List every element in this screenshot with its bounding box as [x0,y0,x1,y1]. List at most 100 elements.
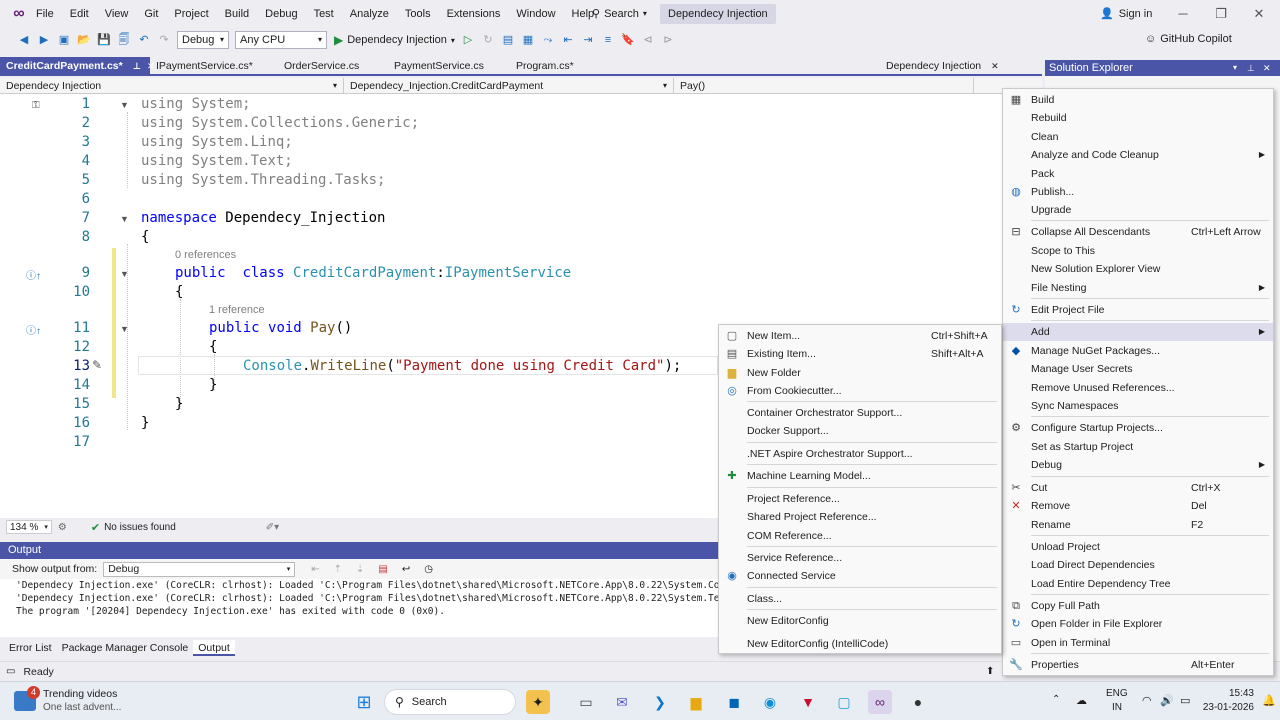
taskbar-search[interactable]: ⚲ Search [384,689,516,715]
indent-icon[interactable]: ≡ [599,31,617,49]
store-icon[interactable]: ◼ [722,690,746,714]
tab-paymentservice[interactable]: PaymentService.cs [388,57,510,75]
add-item-class[interactable]: Class... [719,590,1001,608]
chevron-up-icon[interactable]: ⌃ [1052,694,1060,705]
ctx-item-copy-full-path[interactable]: ⧉ Copy Full Path [1003,597,1273,615]
fold-toggle-icon[interactable]: ▼ [120,214,129,224]
member-dropdown[interactable]: Pay() [674,77,974,94]
ctx-item-rename[interactable]: Rename F2 [1003,516,1273,534]
next-message-icon[interactable]: ⇣ [356,564,364,575]
ctx-item-rebuild[interactable]: Rebuild [1003,109,1273,127]
tab-output[interactable]: Output [193,640,235,656]
zoom-select[interactable]: 134 % ▾ [6,520,52,534]
ctx-item-remove[interactable]: ✕ Remove Del [1003,497,1273,515]
project-dropdown[interactable]: Dependecy Injection ▾ [0,77,344,94]
ctx-item-remove-unused-references[interactable]: Remove Unused References... [1003,379,1273,397]
open-file-icon[interactable]: 📂 [75,31,93,49]
ctx-item-unload-project[interactable]: Unload Project [1003,538,1273,556]
ctx-item-pack[interactable]: Pack [1003,165,1273,183]
menu-tools[interactable]: Tools [397,0,439,28]
ctx-item-load-entire-dependency-tree[interactable]: Load Entire Dependency Tree [1003,575,1273,593]
app-icon[interactable]: ▢ [832,690,856,714]
github-desktop-icon[interactable]: ● [906,690,930,714]
tab-package-manager-console[interactable]: Package Manager Console [57,640,194,656]
ctx-item-add[interactable]: Add ▶ [1003,323,1273,341]
add-item-new-folder[interactable]: ▆ New Folder [719,364,1001,382]
ctx-item-publish[interactable]: ◍ Publish... [1003,183,1273,201]
brush-icon[interactable]: ✐▾ [266,522,279,533]
close-window-button[interactable]: ✕ [1242,4,1276,24]
notification-up-icon[interactable]: ⬆ [986,666,994,677]
task-view-icon[interactable]: ▭ [574,690,598,714]
language-indicator[interactable]: ENG [1106,688,1128,699]
add-item-net-aspire-orchestrator-support[interactable]: .NET Aspire Orchestrator Support... [719,445,1001,463]
tab-error-list[interactable]: Error List [4,640,57,656]
clear-all-icon[interactable]: ▤ [378,564,387,575]
menu-window[interactable]: Window [508,0,563,28]
ctx-item-new-solution-explorer-view[interactable]: New Solution Explorer View [1003,260,1273,278]
menu-extensions[interactable]: Extensions [439,0,509,28]
back-icon[interactable]: ◀ [15,31,33,49]
copilot-sticker-icon[interactable]: ✦ [526,690,550,714]
ctx-item-open-folder-in-file-explorer[interactable]: ↻ Open Folder in File Explorer [1003,615,1273,633]
tab-ipaymentservice[interactable]: IPaymentService.cs* [150,57,278,75]
clock-icon[interactable]: ◷ [424,564,433,575]
restore-button[interactable]: ❐ [1204,4,1238,24]
ctx-item-file-nesting[interactable]: File Nesting ▶ [1003,279,1273,297]
clock-date[interactable]: 23-01-2026 [1202,702,1254,713]
visual-studio-taskbar-icon[interactable]: ∞ [868,690,892,714]
tab-program[interactable]: Program.cs* [510,57,610,75]
start-without-debugging-icon[interactable]: ▷ [459,31,477,49]
global-search-button[interactable]: ⚲ Search ▾ [586,4,653,24]
close-icon[interactable]: ✕ [991,61,999,72]
chevron-down-icon[interactable]: ▾ [1233,60,1237,76]
screwdriver-icon[interactable]: ✎ [92,358,102,372]
tab-creditcardpayment[interactable]: CreditCardPayment.cs* ⊥ ✕ [0,57,155,75]
ctx-item-upgrade[interactable]: Upgrade [1003,201,1273,219]
wifi-icon[interactable]: ◠ [1142,694,1152,707]
add-item-new-item[interactable]: ▢ New Item... Ctrl+Shift+A [719,327,1001,345]
ctx-item-sync-namespaces[interactable]: Sync Namespaces [1003,397,1273,415]
menu-file[interactable]: File [28,0,62,28]
sign-in-button[interactable]: 👤 Sign in [1100,4,1152,24]
bookmark-next-icon[interactable]: ⊳ [659,31,677,49]
menu-build[interactable]: Build [217,0,257,28]
vscode-icon[interactable]: ❯ [648,690,672,714]
add-item-new-editorconfig[interactable]: New EditorConfig [719,612,1001,630]
ctx-item-debug[interactable]: Debug ▶ [1003,456,1273,474]
redo-icon[interactable]: ↷ [155,31,173,49]
step-icon[interactable]: ⤳ [539,31,557,49]
add-item-com-reference[interactable]: COM Reference... [719,527,1001,545]
battery-icon[interactable]: ▭ [1180,694,1190,707]
add-item-machine-learning-model[interactable]: ✚ Machine Learning Model... [719,467,1001,485]
minimize-button[interactable]: ─ [1166,4,1200,24]
add-item-connected-service[interactable]: ◉ Connected Service [719,567,1001,585]
news-title[interactable]: Trending videos [43,688,117,700]
quick-action-icon[interactable]: ⚿ [32,100,40,111]
save-icon[interactable]: 💾 [95,31,113,49]
prev-message-icon[interactable]: ⇡ [334,564,342,575]
ctx-item-cut[interactable]: ✂ Cut Ctrl+X [1003,479,1273,497]
ctx-item-properties[interactable]: 🔧 Properties Alt+Enter [1003,656,1273,674]
ctx-item-manage-user-secrets[interactable]: Manage User Secrets [1003,360,1273,378]
ctx-item-open-in-terminal[interactable]: ▭ Open in Terminal [1003,634,1273,652]
add-item-new-editorconfig-intellicode[interactable]: New EditorConfig (IntelliCode) [719,635,1001,653]
pin-icon[interactable]: ⊥ [133,57,141,75]
forward-icon[interactable]: ▶ [35,31,53,49]
word-wrap-icon[interactable]: ↩ [402,564,410,575]
implements-icon[interactable]: ⓘ↑ [26,322,41,337]
ctx-item-collapse-all-descendants[interactable]: ⊟ Collapse All Descendants Ctrl+Left Arrow [1003,223,1273,241]
add-item-existing-item[interactable]: ▤ Existing Item... Shift+Alt+A [719,345,1001,363]
ctx-item-scope-to-this[interactable]: Scope to This [1003,242,1273,260]
codelens-references[interactable]: 0 references [175,249,236,261]
layout-icon[interactable]: ▦ [519,31,537,49]
fold-toggle-icon[interactable]: ▼ [120,100,129,110]
mcafee-icon[interactable]: ▼ [796,690,820,714]
ctx-item-load-direct-dependencies[interactable]: Load Direct Dependencies [1003,556,1273,574]
codelens-references[interactable]: 1 reference [209,304,265,316]
ctx-item-edit-project-file[interactable]: ↻ Edit Project File [1003,301,1273,319]
menu-analyze[interactable]: Analyze [342,0,397,28]
menu-git[interactable]: Git [136,0,166,28]
bookmark-prev-icon[interactable]: ⊲ [639,31,657,49]
github-copilot-button[interactable]: ☺ GitHub Copilot [1145,30,1232,48]
